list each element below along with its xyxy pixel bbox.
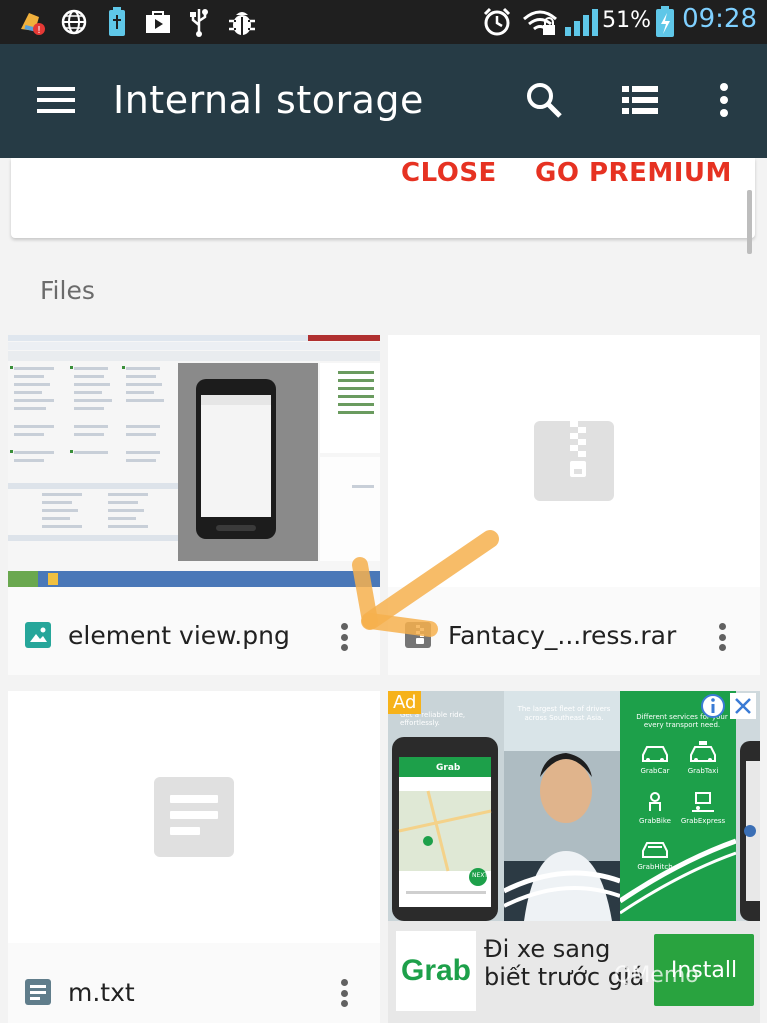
ad-panel2-caption: The largest fleet of drivers across Sout… — [517, 705, 611, 722]
qmemo-watermark: QMemo — [614, 963, 699, 988]
scrollbar[interactable] — [747, 190, 752, 254]
ad-card[interactable]: Grab NEXT Get a reliable ride, effortles… — [388, 691, 760, 1023]
image-file-icon — [25, 622, 51, 648]
bug-icon — [226, 6, 258, 38]
page-title: Internal storage — [113, 78, 424, 122]
grab-logo: Grab — [396, 931, 476, 1011]
go-premium-button[interactable]: GO PREMIUM — [535, 158, 732, 188]
ad-panel-phone: Grab NEXT Get a reliable ride, effortles… — [388, 691, 504, 921]
file-card-element-view[interactable]: element view.png — [8, 335, 380, 675]
text-file-icon — [25, 979, 51, 1005]
file-name: m.txt — [68, 978, 135, 1007]
signal-icon — [562, 6, 600, 38]
search-icon[interactable] — [518, 74, 570, 126]
ad-bottom-bar: Grab Đi xe sang biết trước giá Install Q… — [388, 921, 760, 1023]
svg-text:!: ! — [37, 25, 41, 36]
battery-percent: 51% — [602, 8, 651, 33]
ad-panel-partial — [736, 691, 760, 921]
battery-charging-icon — [652, 6, 678, 38]
ad-badge: Ad — [388, 691, 422, 714]
cleaner-alert-icon: ! — [16, 6, 48, 38]
phone-next-button: NEXT — [472, 872, 488, 879]
list-view-icon[interactable] — [614, 74, 666, 126]
file-more-options-button[interactable] — [710, 617, 734, 657]
globe-icon — [58, 6, 90, 38]
menu-icon[interactable] — [30, 74, 82, 126]
close-button[interactable]: CLOSE — [401, 158, 497, 188]
text-placeholder-icon — [154, 777, 234, 857]
screenshot-preview-image — [8, 335, 380, 587]
image-thumbnail[interactable] — [8, 335, 380, 587]
ad-info-icon[interactable] — [700, 693, 726, 719]
ad-creative-image[interactable]: Grab NEXT Get a reliable ride, effortles… — [388, 691, 760, 921]
clock: 09:28 — [682, 4, 757, 34]
alarm-icon — [480, 6, 514, 38]
app-bar: Internal storage — [0, 44, 767, 158]
file-name: element view.png — [68, 621, 290, 650]
annotation-arrow-icon — [352, 530, 499, 637]
archive-placeholder-icon — [534, 421, 614, 501]
ad-panel-services: Different services for your every transp… — [620, 691, 736, 921]
file-card-text[interactable]: m.txt — [8, 691, 380, 1023]
play-store-icon — [142, 6, 174, 38]
ad-panel-driver: The largest fleet of drivers across Sout… — [502, 691, 621, 921]
usb-battery-icon — [104, 6, 130, 38]
ad-close-icon[interactable] — [730, 693, 756, 719]
text-thumbnail[interactable] — [8, 691, 380, 943]
overflow-menu-icon[interactable] — [698, 74, 750, 126]
phone-app-title: Grab — [436, 763, 461, 773]
files-section-label: Files — [40, 276, 95, 305]
wifi-icon — [520, 6, 560, 38]
premium-banner: CLOSE GO PREMIUM — [11, 158, 755, 238]
file-more-options-button[interactable] — [332, 973, 356, 1013]
usb-icon — [186, 6, 212, 38]
status-bar: ! 51% 09:28 — [0, 0, 767, 44]
